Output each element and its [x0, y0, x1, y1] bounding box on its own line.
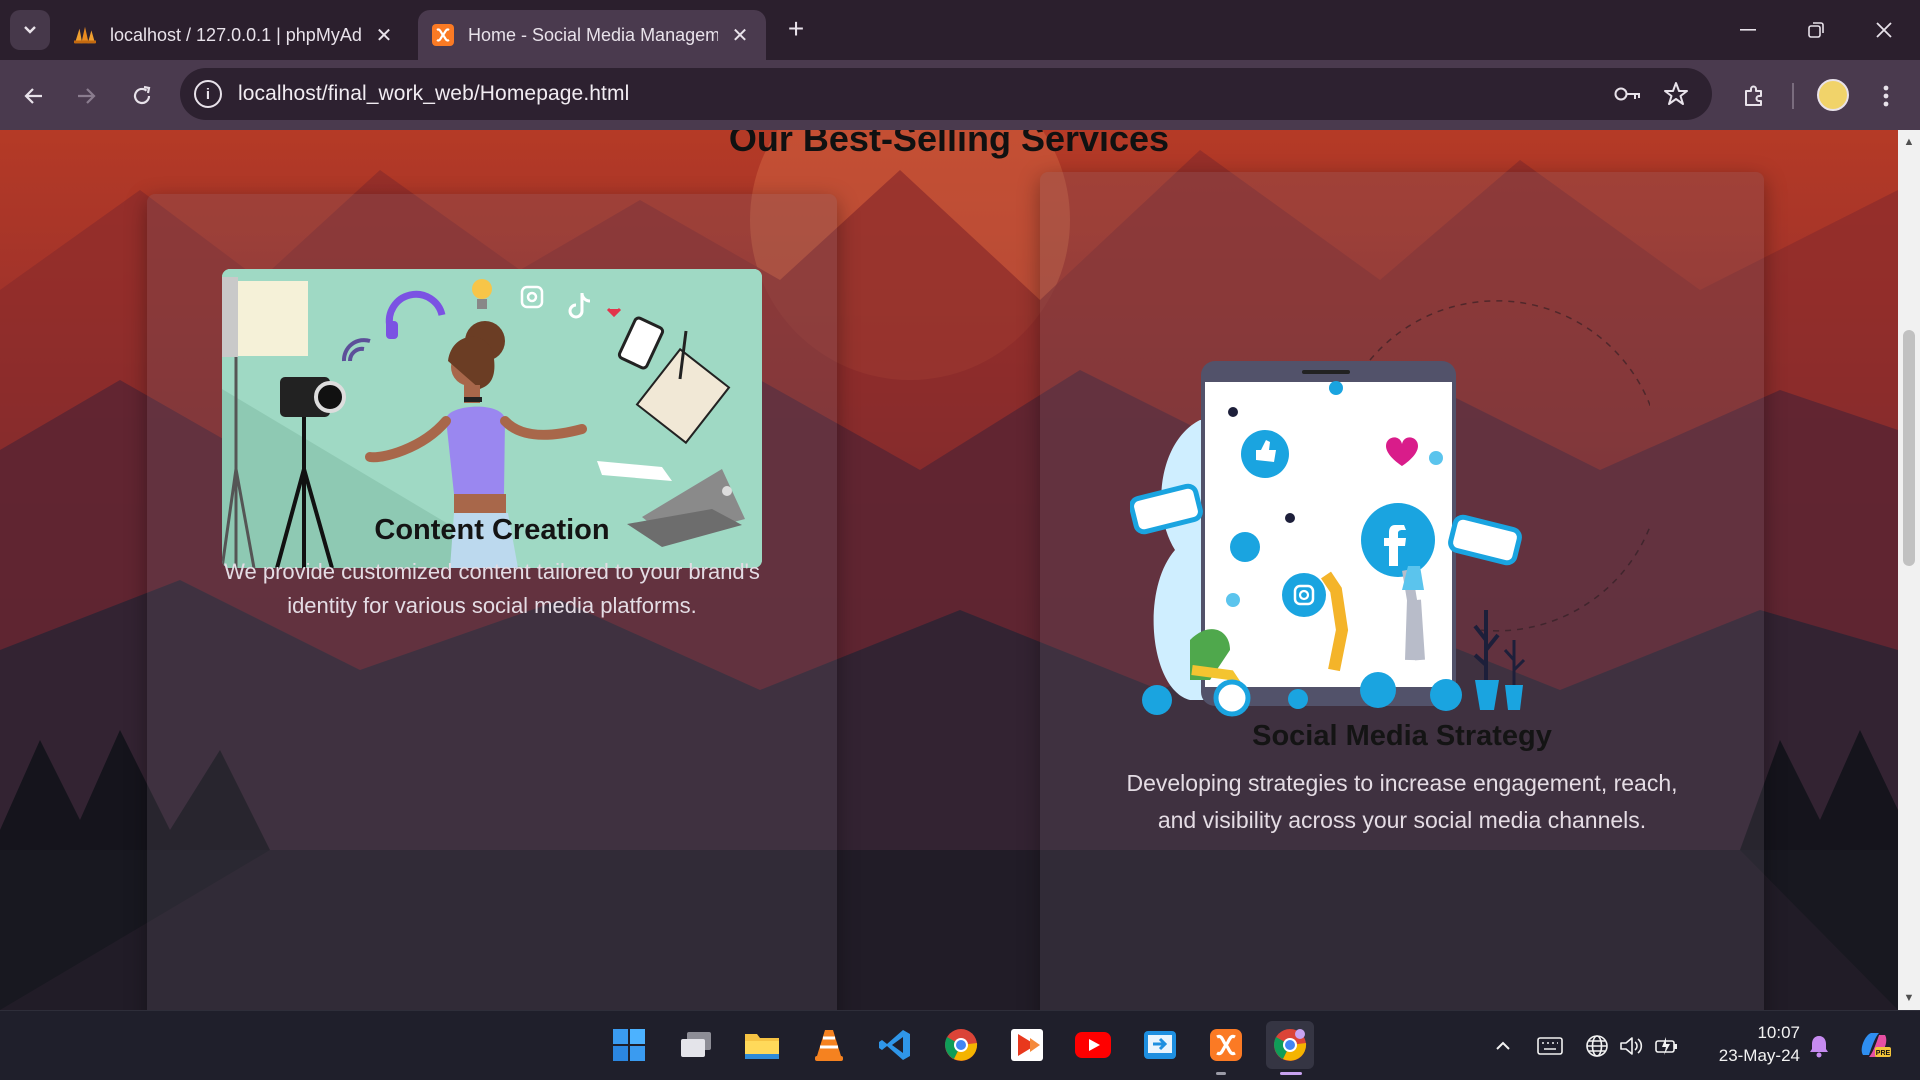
tab-phpmyadmin[interactable]: localhost / 127.0.0.1 | phpMyAd ✕	[60, 10, 410, 60]
tab-search-button[interactable]	[10, 10, 50, 50]
page-viewport: Our Best-Selling Services Content Creati…	[0, 130, 1898, 1010]
service-title: Content Creation	[374, 514, 610, 546]
close-icon[interactable]: ✕	[728, 23, 752, 48]
service-title: Social Media Strategy	[1252, 720, 1552, 752]
profile-avatar[interactable]	[1817, 79, 1849, 111]
minimize-icon[interactable]	[1720, 10, 1776, 50]
description-line: identity for various social media platfo…	[287, 593, 697, 618]
scroll-down-arrow-icon[interactable]: ▼	[1898, 988, 1920, 1008]
clock-time: 10:07	[1757, 1023, 1800, 1042]
service-description: We provide customized content tailored t…	[147, 555, 837, 623]
tray-overflow-chevron-up-icon[interactable]	[1490, 1033, 1516, 1059]
browser-toolbar: i localhost/final_work_web/Homepage.html	[0, 60, 1920, 130]
youtube-icon[interactable]	[1069, 1021, 1117, 1069]
restore-icon[interactable]	[1788, 10, 1844, 50]
svg-text:PRE: PRE	[1876, 1050, 1891, 1057]
toolbar-divider	[1792, 83, 1794, 109]
service-description: Developing strategies to increase engage…	[1040, 765, 1764, 839]
arrow-right-icon	[78, 88, 96, 104]
xampp-icon[interactable]	[1202, 1021, 1250, 1069]
key-icon[interactable]	[1612, 78, 1644, 110]
address-bar[interactable]: i localhost/final_work_web/Homepage.html	[180, 68, 1712, 120]
windows-start-icon[interactable]	[605, 1021, 653, 1069]
close-icon[interactable]: ✕	[372, 23, 396, 48]
media-player-icon[interactable]	[1003, 1021, 1051, 1069]
more-menu-icon[interactable]	[1866, 76, 1906, 116]
scroll-up-arrow-icon[interactable]: ▲	[1898, 132, 1920, 152]
section-heading: Our Best-Selling Services	[728, 130, 1170, 159]
copilot-icon[interactable]: PRE	[1856, 1027, 1892, 1063]
scrollbar-thumb[interactable]	[1903, 330, 1915, 566]
running-indicator	[1216, 1072, 1226, 1075]
new-tab-plus-icon[interactable]: +	[780, 14, 812, 46]
description-line: We provide customized content tailored t…	[224, 559, 760, 584]
forward-button[interactable]	[66, 76, 106, 116]
url-text[interactable]: localhost/final_work_web/Homepage.html	[238, 82, 629, 106]
bookmark-star-icon[interactable]	[1660, 78, 1692, 110]
tab-title: Home - Social Media Managem	[468, 24, 718, 45]
battery-charging-icon[interactable]	[1654, 1033, 1680, 1059]
chrome-icon[interactable]	[937, 1021, 985, 1069]
reload-button[interactable]	[122, 76, 162, 116]
tab-title: localhost / 127.0.0.1 | phpMyAd	[110, 24, 362, 45]
taskbar-clock[interactable]: 10:07 23-May-24	[1700, 1021, 1800, 1067]
page-scrollbar[interactable]: ▲ ▼	[1898, 130, 1920, 1010]
puzzle-icon	[1745, 85, 1762, 106]
xampp-icon	[432, 24, 454, 46]
file-explorer-icon[interactable]	[738, 1021, 786, 1069]
description-line: Developing strategies to increase engage…	[1126, 770, 1678, 796]
volume-icon[interactable]	[1618, 1033, 1644, 1059]
social-media-illustration	[1130, 300, 1650, 717]
description-line: and visibility across your social media …	[1157, 807, 1647, 833]
network-globe-icon[interactable]	[1584, 1033, 1610, 1059]
active-indicator	[1280, 1072, 1302, 1075]
tab-homepage[interactable]: Home - Social Media Managem ✕	[418, 10, 766, 60]
site-info-icon[interactable]: i	[194, 80, 222, 108]
arrow-left-icon	[24, 88, 42, 104]
notification-bell-icon[interactable]	[1806, 1033, 1832, 1059]
keyboard-icon[interactable]	[1537, 1033, 1563, 1059]
extensions-button[interactable]	[1734, 76, 1774, 116]
windows-taskbar: PRE	[0, 1010, 1920, 1080]
back-button[interactable]	[14, 76, 54, 116]
phpmyadmin-icon	[74, 24, 96, 46]
remote-app-icon[interactable]	[1136, 1021, 1184, 1069]
vs-code-icon[interactable]	[871, 1021, 919, 1069]
reload-icon	[133, 85, 151, 105]
vlc-icon[interactable]	[805, 1021, 853, 1069]
task-view-icon[interactable]	[672, 1021, 720, 1069]
chevron-down-icon	[24, 26, 36, 34]
close-window-icon[interactable]	[1856, 10, 1912, 50]
clock-date: 23-May-24	[1718, 1046, 1800, 1065]
tab-bar: localhost / 127.0.0.1 | phpMyAd ✕ Home -…	[0, 0, 1920, 60]
chrome-active-icon[interactable]	[1266, 1021, 1314, 1069]
